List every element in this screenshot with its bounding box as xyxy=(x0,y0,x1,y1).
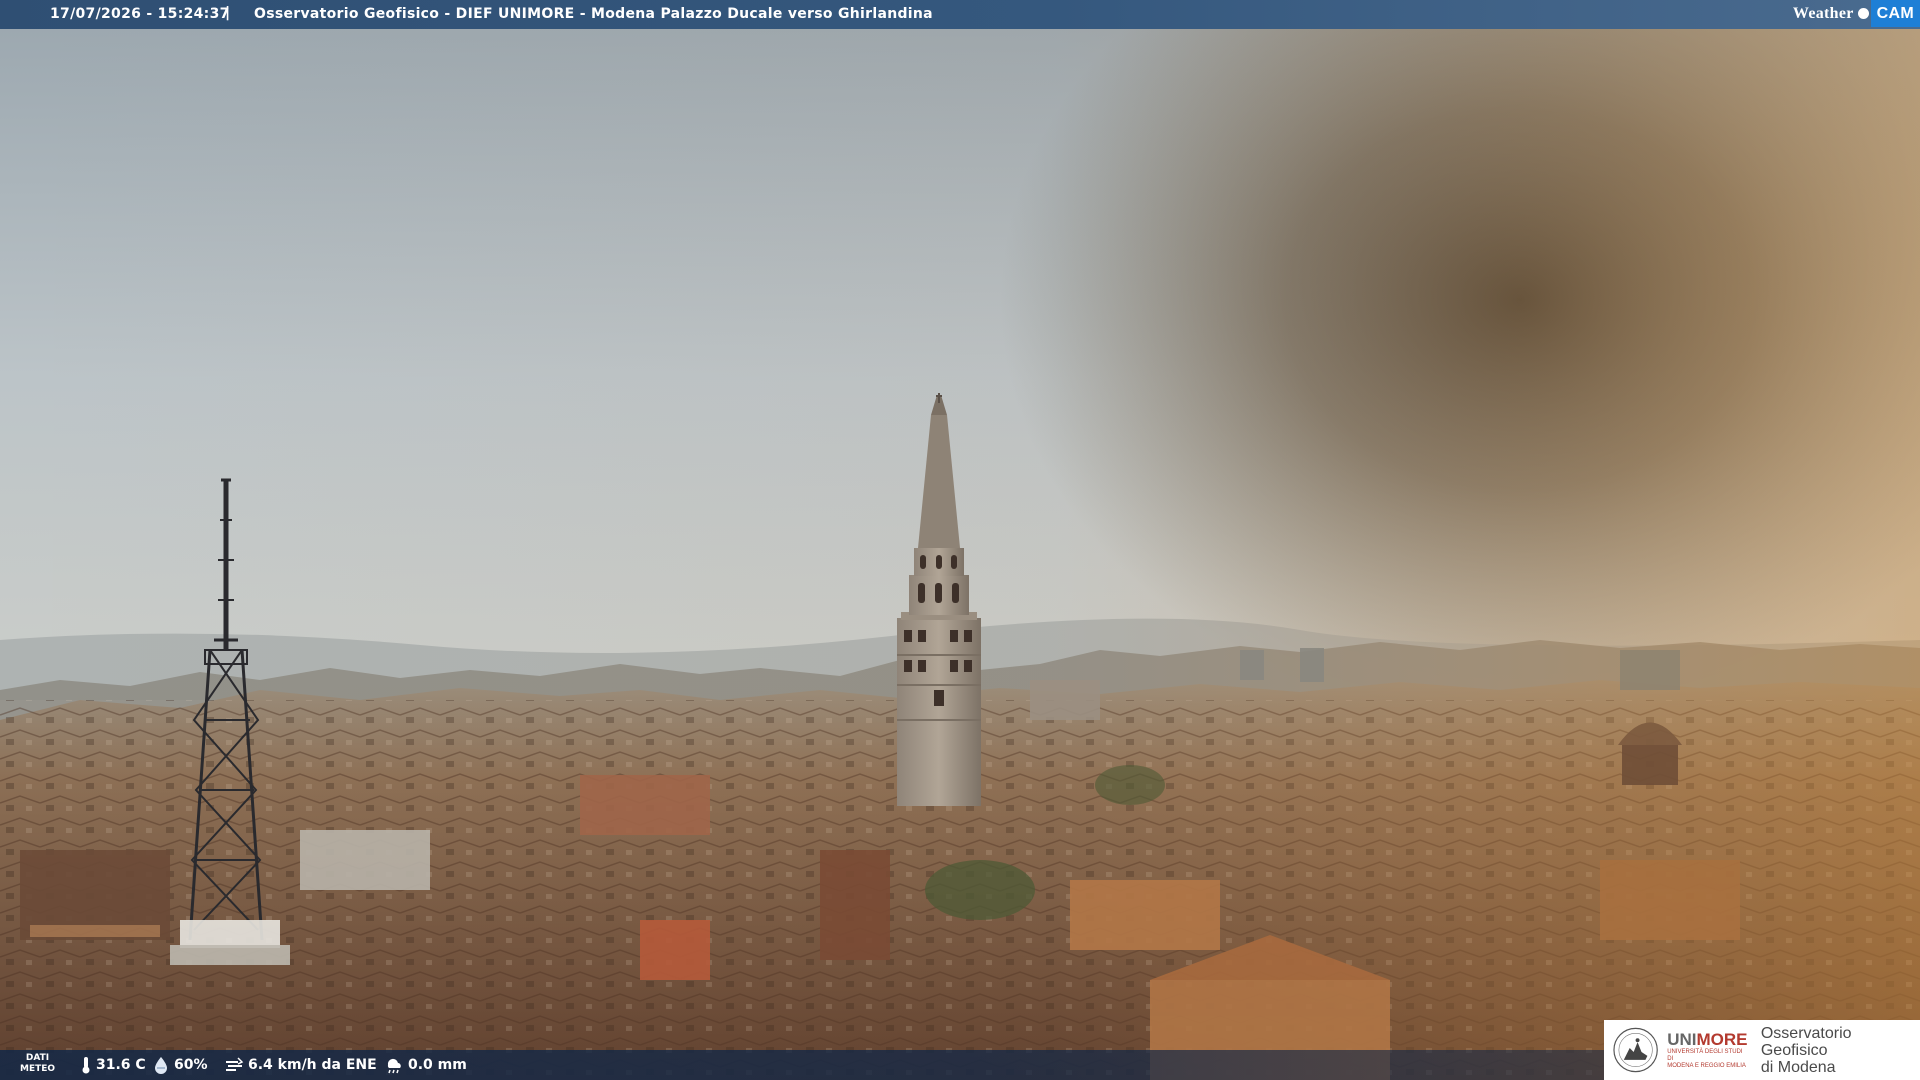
weather-label: DATI METEO xyxy=(20,1053,55,1075)
humidity-drop-icon xyxy=(155,1057,167,1074)
humidity-value: 60% xyxy=(174,1057,208,1073)
top-info-bar: 17/07/2026 - 15:24:37 | Osservatorio Geo… xyxy=(0,0,1920,29)
weather-word: Weather xyxy=(1792,4,1854,22)
separator: | xyxy=(225,5,231,21)
weather-data-bar: DATI METEO 31.6 C 60% 6.4 km/h da ENE 0.… xyxy=(0,1050,1604,1080)
unimore-logo: UNIMORE UNIVERSITÀ DEGLI STUDI DI MODENA… xyxy=(1604,1020,1920,1080)
weather-label-line1: DATI xyxy=(25,1053,50,1063)
station-title: Osservatorio Geofisico - DIEF UNIMORE - … xyxy=(254,6,933,22)
university-name: UNIMORE xyxy=(1667,1029,1749,1049)
rain-icon xyxy=(387,1058,401,1074)
university-subtitle-line2: MODENA E REGGIO EMILIA xyxy=(1667,1062,1746,1069)
rain-value: 0.0 mm xyxy=(408,1057,467,1073)
humidity-reading: 60% xyxy=(152,1056,208,1074)
observatory-line1: Osservatorio Geofisico xyxy=(1760,1024,1852,1059)
weather-label-line2: METEO xyxy=(20,1064,56,1074)
temperature-reading: 31.6 C xyxy=(80,1056,146,1074)
uni-text: UNI xyxy=(1667,1029,1697,1049)
temperature-value: 31.6 C xyxy=(96,1057,146,1073)
trees xyxy=(925,860,1035,920)
university-name-block: UNIMORE UNIVERSITÀ DEGLI STUDI DI MODENA… xyxy=(1667,1029,1749,1070)
observatory-line2: di Modena xyxy=(1760,1058,1836,1076)
webcam-view: 17/07/2026 - 15:24:37 | Osservatorio Geo… xyxy=(0,0,1920,1080)
more-text: MORE xyxy=(1696,1029,1748,1049)
university-seal-icon xyxy=(1613,1027,1658,1073)
university-subtitle-line1: UNIVERSITÀ DEGLI STUDI DI xyxy=(1667,1048,1743,1062)
logo-dot-icon xyxy=(1857,8,1869,19)
timestamp: 17/07/2026 - 15:24:37 xyxy=(50,6,230,22)
thermometer-icon xyxy=(82,1057,90,1074)
observatory-name: Osservatorio Geofisico di Modena xyxy=(1761,1025,1920,1076)
rain-reading: 0.0 mm xyxy=(384,1056,467,1074)
wind-icon xyxy=(226,1057,244,1071)
city-skyline-scene xyxy=(0,0,1920,1080)
wind-reading: 6.4 km/h da ENE xyxy=(224,1056,377,1074)
cam-word: CAM xyxy=(1870,0,1920,27)
wind-value: 6.4 km/h da ENE xyxy=(248,1057,377,1073)
weathercam-logo: Weather CAM xyxy=(1793,0,1920,27)
